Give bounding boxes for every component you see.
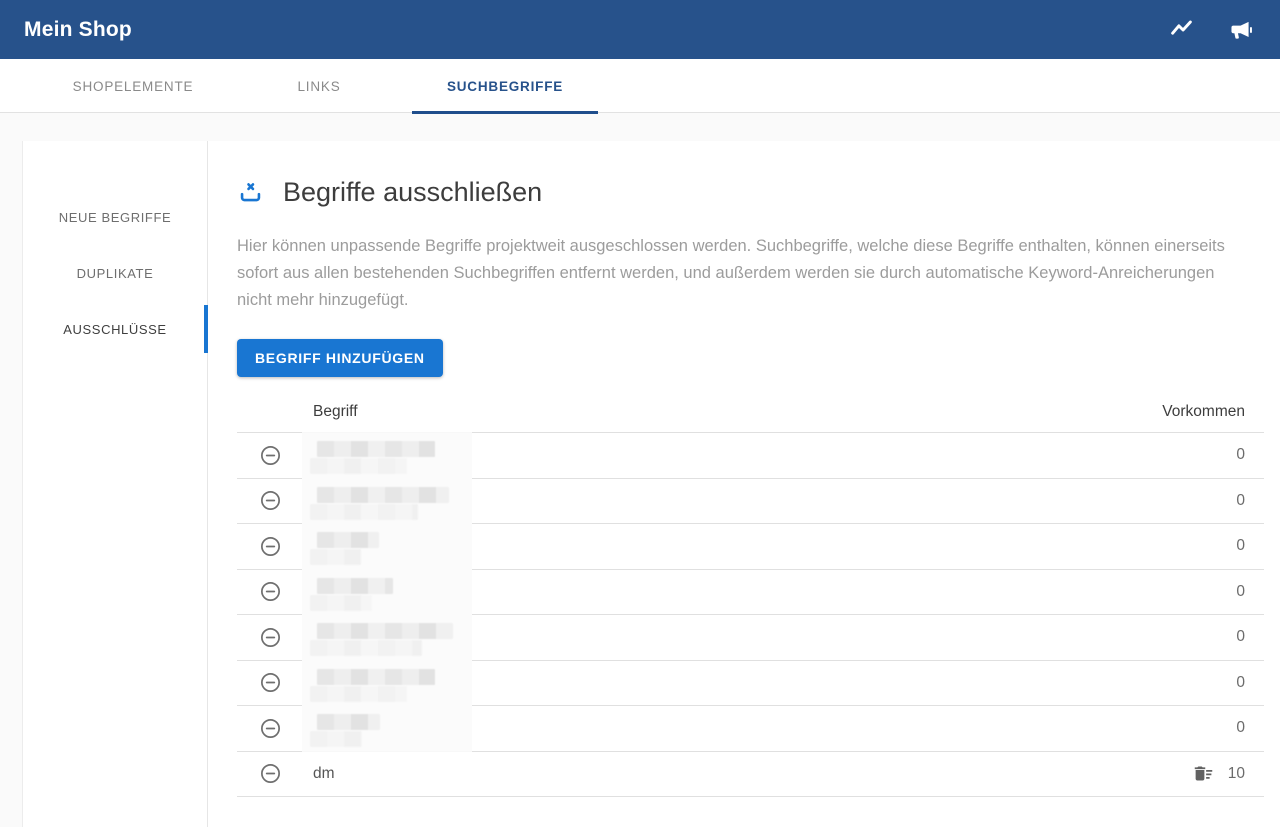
sidebar-item-label: DUPLIKATE [77, 266, 154, 281]
column-header-count: Vorkommen [1162, 403, 1264, 421]
term-cell: dm [304, 752, 1193, 797]
exclude-terms-icon [237, 179, 264, 206]
page-heading: Begriffe ausschließen [237, 177, 1264, 208]
content-area: NEUE BEGRIFFE DUPLIKATE AUSSCHLÜSSE Begr… [0, 141, 1280, 827]
tab-label: SHOPELEMENTE [73, 79, 194, 94]
occurrence-count: 0 [1236, 628, 1245, 646]
count-cell: 0 [1236, 719, 1264, 737]
page-title: Begriffe ausschließen [283, 177, 542, 208]
table-row: 0 [237, 479, 1264, 525]
sidebar-item-duplikate[interactable]: DUPLIKATE [23, 245, 207, 301]
redacted-term [302, 705, 472, 752]
redacted-term [302, 569, 472, 616]
term-label: dm [313, 765, 335, 783]
sidebar-item-ausschluesse[interactable]: AUSSCHLÜSSE [23, 301, 207, 357]
header-icons [1169, 17, 1254, 43]
term-cell [304, 570, 1236, 615]
main-panel: Begriffe ausschließen Hier können unpass… [208, 141, 1280, 827]
redacted-term [302, 523, 472, 570]
remove-term-button[interactable] [237, 580, 304, 603]
column-header-term: Begriff [237, 403, 1162, 421]
term-cell [304, 706, 1236, 751]
occurrence-count: 0 [1236, 719, 1245, 737]
table-row: dm 10 [237, 752, 1264, 798]
tab-shopelemente[interactable]: SHOPELEMENTE [40, 59, 226, 113]
remove-term-button[interactable] [237, 671, 304, 694]
tab-label: SUCHBEGRIFFE [447, 79, 563, 94]
occurrence-count: 0 [1236, 674, 1245, 692]
active-item-indicator [204, 305, 208, 353]
trend-chart-icon[interactable] [1169, 17, 1194, 42]
app-title: Mein Shop [24, 18, 132, 42]
table-row: 0 [237, 524, 1264, 570]
add-term-button[interactable]: BEGRIFF HINZUFÜGEN [237, 339, 443, 377]
remove-term-button[interactable] [237, 489, 304, 512]
term-cell [304, 433, 1236, 478]
app-header: Mein Shop [0, 0, 1280, 59]
table-row: 0 [237, 433, 1264, 479]
sidebar-item-label: NEUE BEGRIFFE [59, 210, 172, 225]
remove-term-button[interactable] [237, 717, 304, 740]
remove-term-button[interactable] [237, 762, 304, 785]
table-header-row: Begriff Vorkommen [237, 392, 1264, 433]
redacted-term [302, 660, 472, 707]
sidebar: NEUE BEGRIFFE DUPLIKATE AUSSCHLÜSSE [22, 141, 208, 827]
count-cell: 0 [1236, 537, 1264, 555]
occurrence-count: 0 [1236, 446, 1245, 464]
tab-links[interactable]: LINKS [226, 59, 412, 113]
count-cell: 0 [1236, 583, 1264, 601]
term-cell [304, 615, 1236, 660]
tab-suchbegriffe[interactable]: SUCHBEGRIFFE [412, 59, 598, 113]
count-cell: 0 [1236, 446, 1264, 464]
remove-term-button[interactable] [237, 535, 304, 558]
table-row: 0 [237, 570, 1264, 616]
tab-bar: SHOPELEMENTE LINKS SUCHBEGRIFFE [0, 59, 1280, 113]
remove-term-button[interactable] [237, 626, 304, 649]
table-body: 0 0 [237, 433, 1264, 797]
table-row: 0 [237, 706, 1264, 752]
term-cell [304, 524, 1236, 569]
count-cell: 0 [1236, 674, 1264, 692]
term-cell [304, 479, 1236, 524]
count-cell: 0 [1236, 628, 1264, 646]
excluded-terms-table: Begriff Vorkommen 0 [237, 392, 1264, 797]
sidebar-item-neue-begriffe[interactable]: NEUE BEGRIFFE [23, 189, 207, 245]
page-description: Hier können unpassende Begriffe projektw… [237, 233, 1252, 314]
tab-label: LINKS [297, 79, 340, 94]
redacted-term [302, 432, 472, 479]
megaphone-icon[interactable] [1228, 17, 1254, 43]
sidebar-item-label: AUSSCHLÜSSE [63, 322, 166, 337]
occurrence-count: 0 [1236, 492, 1245, 510]
remove-term-button[interactable] [237, 444, 304, 467]
count-cell: 10 [1193, 763, 1264, 784]
delete-sweep-icon[interactable] [1193, 763, 1214, 784]
table-row: 0 [237, 661, 1264, 707]
table-row: 0 [237, 615, 1264, 661]
occurrence-count: 10 [1228, 765, 1245, 783]
occurrence-count: 0 [1236, 537, 1245, 555]
count-cell: 0 [1236, 492, 1264, 510]
content-gap [0, 113, 1280, 141]
term-cell [304, 661, 1236, 706]
redacted-term [302, 478, 472, 525]
redacted-term [302, 614, 472, 661]
occurrence-count: 0 [1236, 583, 1245, 601]
